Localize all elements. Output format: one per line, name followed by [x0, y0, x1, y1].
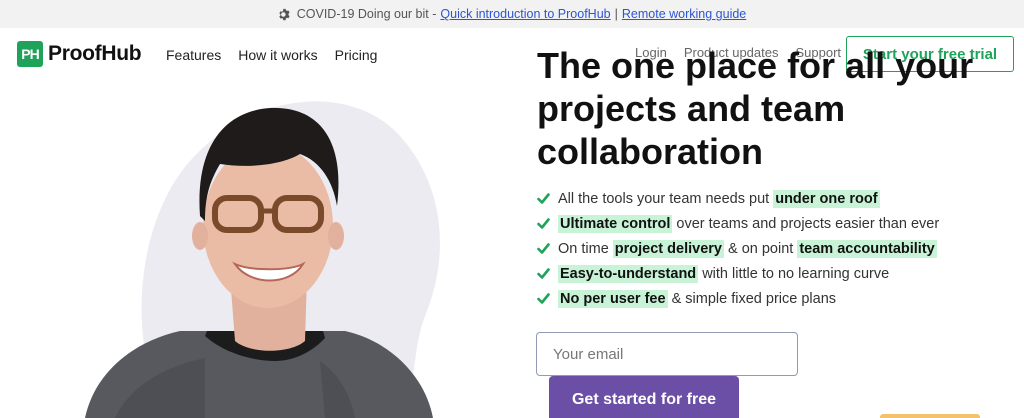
check-icon [537, 292, 550, 305]
intro-link[interactable]: Quick introduction to ProofHub [440, 7, 610, 21]
main-nav: Features How it works Pricing [166, 47, 377, 63]
remote-guide-link[interactable]: Remote working guide [622, 7, 746, 21]
announcement-separator: | [614, 7, 618, 21]
feature-item: Easy-to-understand with little to no lea… [537, 261, 939, 286]
check-icon [537, 267, 550, 280]
announcement-text: COVID-19 Doing our bit - [296, 7, 437, 21]
feature-text-after: over teams and projects easier than ever [672, 215, 940, 232]
feature-text: Ultimate control over teams and projects… [558, 214, 940, 233]
nav-pricing[interactable]: Pricing [335, 47, 378, 63]
nav-features[interactable]: Features [166, 47, 221, 63]
feature-highlight: Ultimate control [558, 214, 673, 233]
announcement-bar: COVID-19 Doing our bit - Quick introduct… [0, 0, 1024, 28]
nav-how-it-works[interactable]: How it works [238, 47, 317, 63]
feature-item: On time project delivery & on point team… [537, 236, 939, 261]
feature-item: All the tools your team needs put under … [537, 186, 939, 211]
feature-text: All the tools your team needs put under … [558, 189, 880, 208]
check-icon [537, 242, 550, 255]
feature-text: On time project delivery & on point team… [558, 239, 937, 258]
feature-text: Easy-to-understand with little to no lea… [558, 264, 890, 283]
feature-highlight: project delivery [612, 239, 724, 258]
get-started-button[interactable]: Get started for free [549, 376, 739, 418]
feature-text-after: & on point [723, 240, 798, 257]
feature-text-after: & simple fixed price plans [667, 290, 837, 307]
feature-text-before: All the tools your team needs put [558, 190, 774, 207]
feature-text-before: On time [558, 240, 613, 257]
feature-item: Ultimate control over teams and projects… [537, 211, 939, 236]
hero-title: The one place for all your projects and … [537, 45, 974, 172]
email-input[interactable] [536, 332, 798, 376]
feature-text: No per user fee & simple fixed price pla… [558, 289, 837, 308]
brand-logo[interactable]: PH ProofHub [17, 41, 142, 67]
gear-icon [278, 8, 291, 21]
hero-person-image [85, 101, 440, 418]
feature-highlight: under one roof [773, 189, 880, 208]
feature-highlight-2: team accountability [797, 239, 937, 258]
check-icon [537, 217, 550, 230]
feature-highlight: Easy-to-understand [558, 264, 699, 283]
logo-text: ProofHub [48, 42, 142, 65]
feature-text-after: with little to no learning curve [698, 265, 890, 282]
feature-item: No per user fee & simple fixed price pla… [537, 286, 939, 311]
feature-list: All the tools your team needs put under … [537, 186, 939, 311]
feature-highlight: No per user fee [558, 289, 668, 308]
check-icon [537, 192, 550, 205]
partial-badge [880, 414, 980, 418]
logo-badge: PH [17, 41, 43, 67]
